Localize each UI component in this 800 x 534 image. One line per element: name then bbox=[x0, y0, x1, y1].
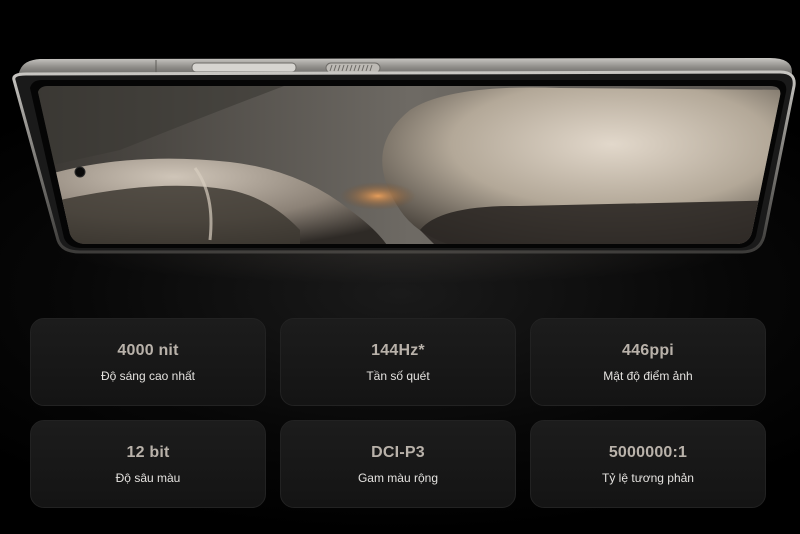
spec-grid: 4000 nit Độ sáng cao nhất 144Hz* Tần số … bbox=[30, 318, 766, 510]
spec-value: 144Hz* bbox=[371, 341, 425, 359]
spec-value: 446ppi bbox=[622, 341, 674, 359]
spec-label: Tỷ lệ tương phản bbox=[602, 470, 694, 485]
spec-label: Độ sâu màu bbox=[115, 470, 181, 485]
spec-card-color-gamut: DCI-P3 Gam màu rộng bbox=[280, 420, 516, 508]
spec-label: Mật độ điểm ảnh bbox=[603, 368, 693, 383]
spec-card-contrast-ratio: 5000000:1 Tỷ lệ tương phản bbox=[530, 420, 766, 508]
spec-label: Tần số quét bbox=[366, 368, 430, 383]
spec-value: 4000 nit bbox=[117, 341, 179, 359]
spec-card-refresh-rate: 144Hz* Tần số quét bbox=[280, 318, 516, 406]
spec-label: Độ sáng cao nhất bbox=[100, 368, 196, 383]
spec-value: 12 bit bbox=[126, 443, 170, 461]
spec-value: DCI-P3 bbox=[371, 443, 425, 461]
spec-card-color-depth: 12 bit Độ sâu màu bbox=[30, 420, 266, 508]
product-banner: 4000 nit Độ sáng cao nhất 144Hz* Tần số … bbox=[0, 0, 800, 534]
spec-label: Gam màu rộng bbox=[357, 470, 439, 485]
floor-reflection bbox=[40, 250, 760, 310]
spec-value: 5000000:1 bbox=[608, 443, 688, 461]
spec-card-brightness: 4000 nit Độ sáng cao nhất bbox=[30, 318, 266, 406]
spec-card-pixel-density: 446ppi Mật độ điểm ảnh bbox=[530, 318, 766, 406]
